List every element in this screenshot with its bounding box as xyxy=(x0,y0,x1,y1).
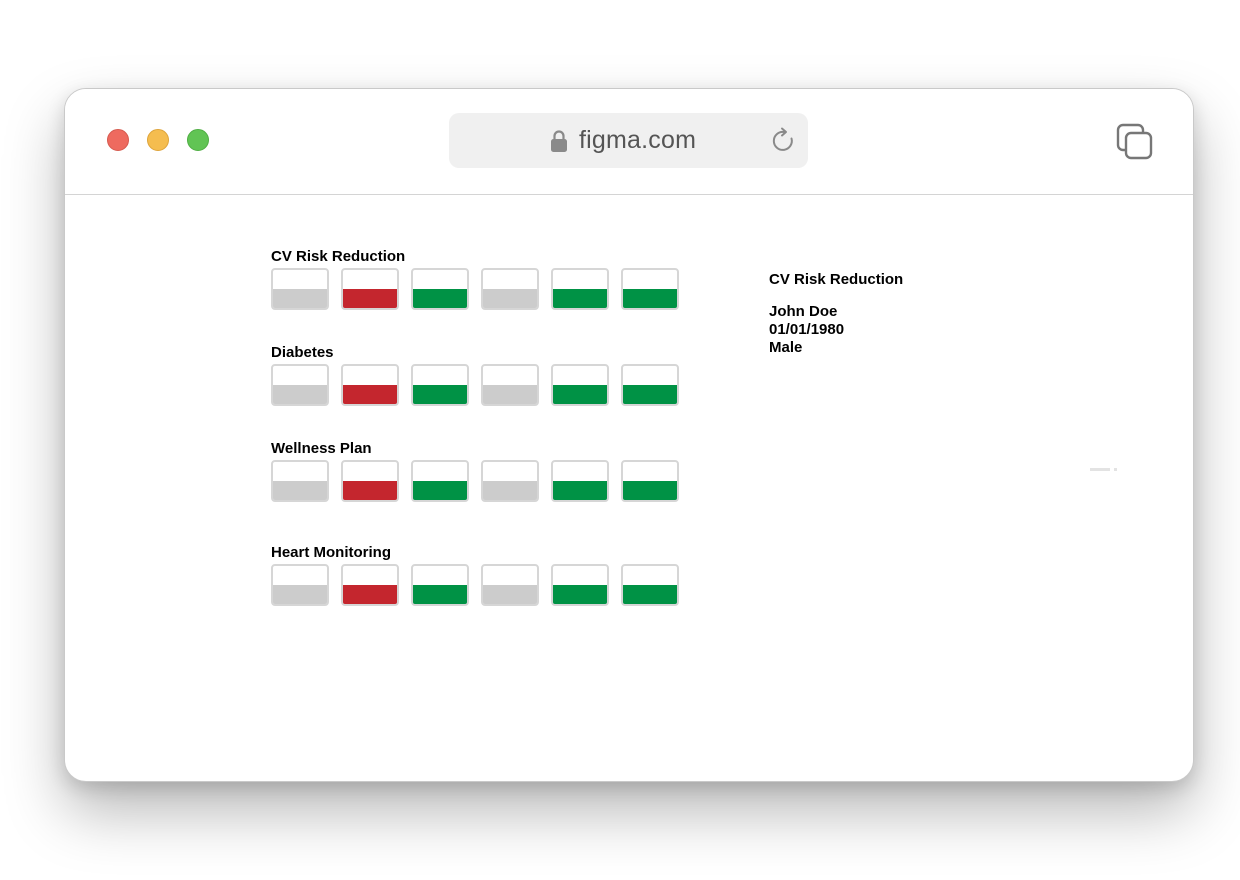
status-tiles xyxy=(271,364,679,406)
status-fill xyxy=(483,481,537,500)
program-section: Diabetes xyxy=(271,344,679,406)
program-section: CV Risk Reduction xyxy=(271,248,679,310)
status-fill xyxy=(413,481,467,500)
zoom-window-button[interactable] xyxy=(187,129,209,151)
program-section: Wellness Plan xyxy=(271,440,679,502)
status-fill xyxy=(553,585,607,604)
status-fill xyxy=(623,481,677,500)
status-tile-green[interactable] xyxy=(621,268,679,310)
status-fill xyxy=(413,289,467,308)
patient-info-panel: CV Risk Reduction John Doe 01/01/1980 Ma… xyxy=(769,271,903,357)
status-tile-green[interactable] xyxy=(551,364,609,406)
status-fill xyxy=(483,289,537,308)
status-fill xyxy=(343,481,397,500)
url-text: figma.com xyxy=(579,126,697,154)
status-fill xyxy=(553,481,607,500)
status-tile-green[interactable] xyxy=(621,564,679,606)
close-window-button[interactable] xyxy=(107,129,129,151)
address-bar[interactable]: figma.com xyxy=(449,113,808,168)
status-tile-green[interactable] xyxy=(551,564,609,606)
status-tile-red[interactable] xyxy=(341,364,399,406)
status-fill xyxy=(413,385,467,404)
status-fill xyxy=(273,585,327,604)
status-tile-gray[interactable] xyxy=(271,364,329,406)
reload-icon[interactable] xyxy=(771,127,797,155)
status-fill xyxy=(623,385,677,404)
status-fill xyxy=(623,585,677,604)
status-tiles xyxy=(271,268,679,310)
status-fill xyxy=(553,289,607,308)
status-tile-gray[interactable] xyxy=(271,460,329,502)
status-tile-gray[interactable] xyxy=(481,460,539,502)
status-tile-gray[interactable] xyxy=(271,564,329,606)
status-tiles xyxy=(271,460,679,502)
status-fill xyxy=(343,289,397,308)
status-tile-green[interactable] xyxy=(411,268,469,310)
status-fill xyxy=(413,585,467,604)
patient-sex: Male xyxy=(769,339,803,356)
program-title: Heart Monitoring xyxy=(271,544,391,561)
status-fill xyxy=(343,585,397,604)
status-tile-green[interactable] xyxy=(551,460,609,502)
status-fill xyxy=(483,585,537,604)
status-tile-red[interactable] xyxy=(341,564,399,606)
status-fill xyxy=(483,385,537,404)
browser-toolbar: figma.com xyxy=(65,89,1193,195)
status-tile-green[interactable] xyxy=(411,564,469,606)
browser-window: figma.com CV Risk Reduction Diabetes Wel… xyxy=(64,88,1194,782)
status-tile-green[interactable] xyxy=(621,460,679,502)
patient-name: John Doe xyxy=(769,303,838,320)
status-fill xyxy=(623,289,677,308)
status-fill xyxy=(273,385,327,404)
program-title: Diabetes xyxy=(271,344,334,361)
status-tile-green[interactable] xyxy=(411,364,469,406)
tabs-overview-icon[interactable] xyxy=(1116,123,1154,161)
status-tile-green[interactable] xyxy=(621,364,679,406)
status-fill xyxy=(273,481,327,500)
status-tile-green[interactable] xyxy=(411,460,469,502)
status-fill xyxy=(343,385,397,404)
page-content: CV Risk Reduction Diabetes Wellness Plan… xyxy=(65,195,1193,781)
status-fill xyxy=(273,289,327,308)
status-tile-green[interactable] xyxy=(551,268,609,310)
status-tiles xyxy=(271,564,679,606)
status-tile-gray[interactable] xyxy=(271,268,329,310)
patient-dob: 01/01/1980 xyxy=(769,321,845,338)
minimize-window-button[interactable] xyxy=(147,129,169,151)
status-fill xyxy=(553,385,607,404)
status-tile-red[interactable] xyxy=(341,268,399,310)
divider-mark xyxy=(1090,468,1117,471)
lock-icon xyxy=(551,130,567,152)
status-tile-gray[interactable] xyxy=(481,364,539,406)
patient-program-title: CV Risk Reduction xyxy=(769,271,904,288)
program-title: Wellness Plan xyxy=(271,440,372,457)
program-section: Heart Monitoring xyxy=(271,544,679,606)
status-tile-gray[interactable] xyxy=(481,564,539,606)
status-tile-red[interactable] xyxy=(341,460,399,502)
status-tile-gray[interactable] xyxy=(481,268,539,310)
program-title: CV Risk Reduction xyxy=(271,248,406,265)
